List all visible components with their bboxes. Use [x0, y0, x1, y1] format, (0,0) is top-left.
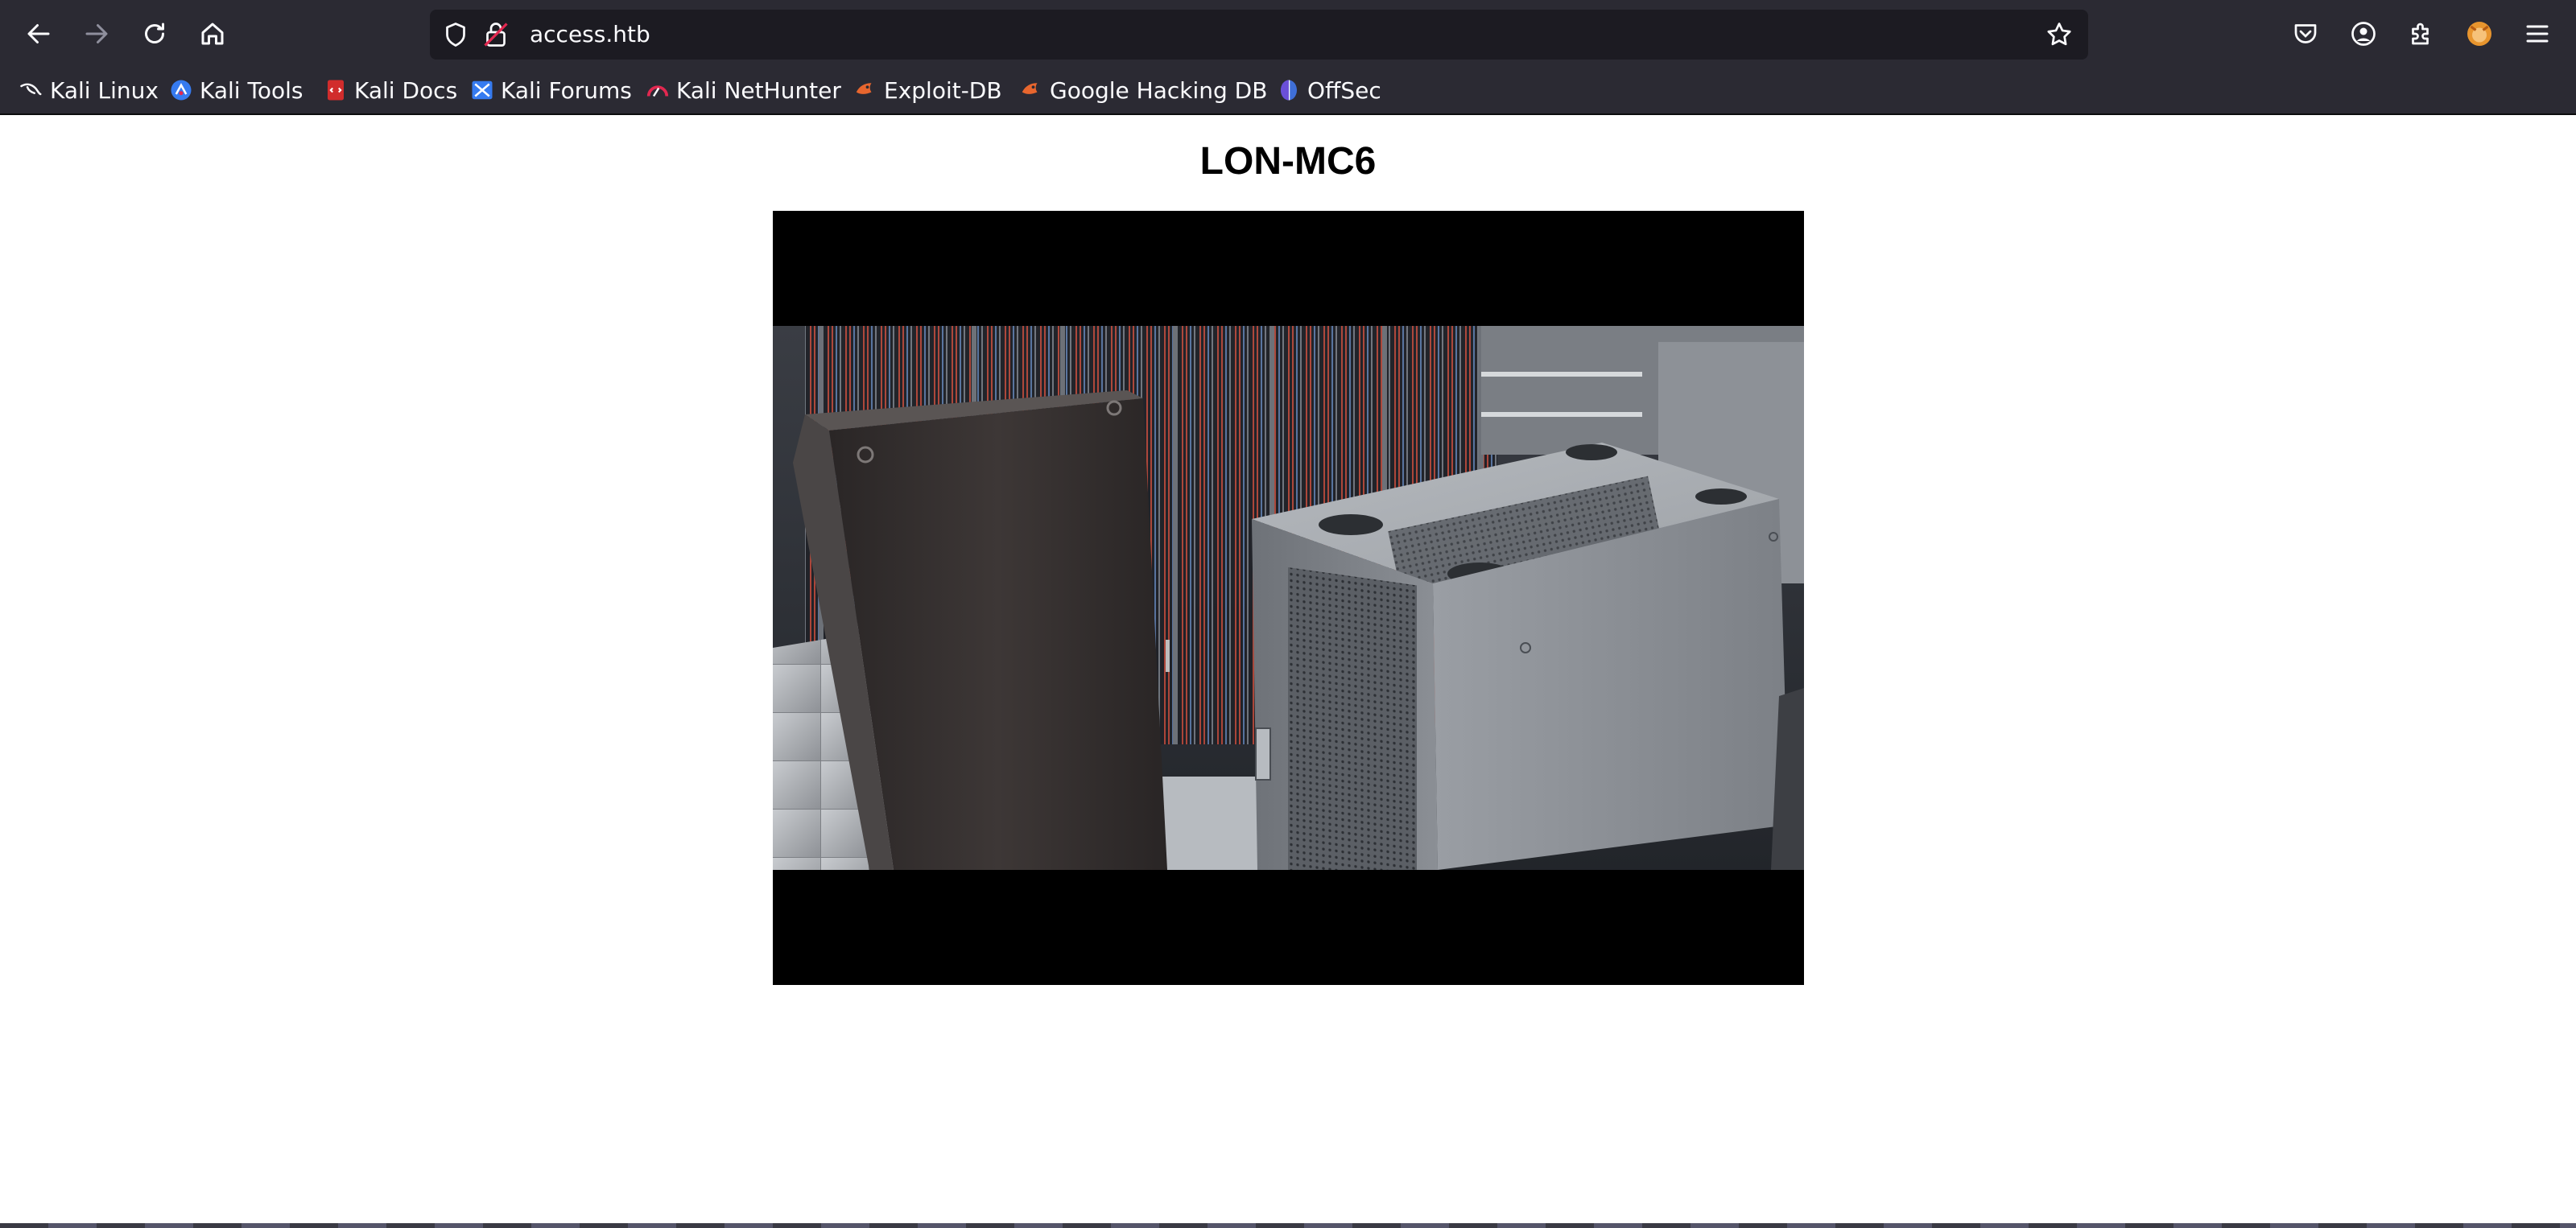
- offsec-icon: [1281, 80, 1297, 101]
- back-button[interactable]: [19, 14, 58, 53]
- window-bottom-edge: [0, 1223, 2576, 1228]
- home-button[interactable]: [193, 14, 232, 53]
- profile-button[interactable]: [2460, 14, 2499, 53]
- fox-avatar-icon: [2467, 22, 2491, 46]
- bookmark-kali-linux[interactable]: Kali Linux: [19, 74, 159, 106]
- reload-button[interactable]: [135, 14, 174, 53]
- bookmark-kali-forums[interactable]: Kali Forums: [470, 74, 632, 106]
- kali-tools-icon: [171, 80, 192, 101]
- nethunter-icon: [646, 85, 669, 97]
- home-icon: [201, 23, 224, 45]
- pocket-button[interactable]: [2286, 14, 2325, 53]
- exploit-db-icon: [856, 83, 872, 94]
- reload-icon: [145, 23, 164, 43]
- app-menu-button[interactable]: [2518, 14, 2557, 53]
- bookmark-google-hacking-db[interactable]: Google Hacking DB: [1019, 74, 1267, 106]
- kali-dragon-icon: [20, 83, 42, 96]
- extensions-button[interactable]: [2402, 14, 2441, 53]
- bookmark-label: Exploit-DB: [884, 76, 1002, 104]
- bookmark-label: Kali Linux: [50, 76, 159, 104]
- lock-insecure-icon[interactable]: [481, 20, 510, 49]
- camera-feed-image: [773, 326, 1804, 870]
- bookmark-label: Google Hacking DB: [1050, 76, 1268, 104]
- page-title: LON-MC6: [1199, 140, 1377, 183]
- hamburger-menu-icon: [2526, 25, 2549, 43]
- bookmark-exploit-db[interactable]: Exploit-DB: [853, 74, 1002, 106]
- bookmark-label: OffSec: [1307, 76, 1381, 104]
- bookmark-label: Kali Docs: [354, 76, 458, 104]
- forward-button[interactable]: [77, 14, 116, 53]
- bookmark-label: Kali Forums: [501, 76, 632, 104]
- video-frame: [773, 326, 1804, 870]
- bookmark-offsec[interactable]: OffSec: [1277, 74, 1381, 106]
- bookmark-kali-docs[interactable]: Kali Docs: [324, 74, 457, 106]
- url-bar[interactable]: access.htb: [430, 10, 2088, 60]
- account-icon: [2351, 22, 2376, 46]
- shield-icon[interactable]: [441, 20, 470, 49]
- pocket-icon: [2294, 24, 2317, 43]
- bookmarks-toolbar: Kali Linux Kali Tools Kali Docs Kali For…: [0, 68, 2576, 114]
- arrow-right-icon: [85, 24, 108, 43]
- bookmark-label: Kali Tools: [200, 76, 303, 104]
- web-page: LON-MC6: [0, 115, 2576, 1228]
- url-text[interactable]: access.htb: [530, 19, 650, 50]
- kali-forums-icon: [472, 80, 493, 100]
- video-player[interactable]: [773, 211, 1804, 985]
- account-button[interactable]: [2344, 14, 2383, 53]
- navigation-toolbar: access.htb: [0, 0, 2576, 68]
- puzzle-icon: [2412, 23, 2429, 45]
- ghdb-icon: [1022, 83, 1038, 94]
- bookmark-label: Kali NetHunter: [676, 76, 841, 104]
- kali-docs-icon: [328, 80, 344, 101]
- browser-chrome: access.htb Kali Linux Kali Tools Kali Do…: [0, 0, 2576, 115]
- bookmark-kali-nethunter[interactable]: Kali NetHunter: [646, 74, 841, 106]
- arrow-left-icon: [27, 24, 50, 43]
- bookmark-kali-tools[interactable]: Kali Tools: [169, 74, 303, 106]
- star-icon[interactable]: [2045, 20, 2074, 49]
